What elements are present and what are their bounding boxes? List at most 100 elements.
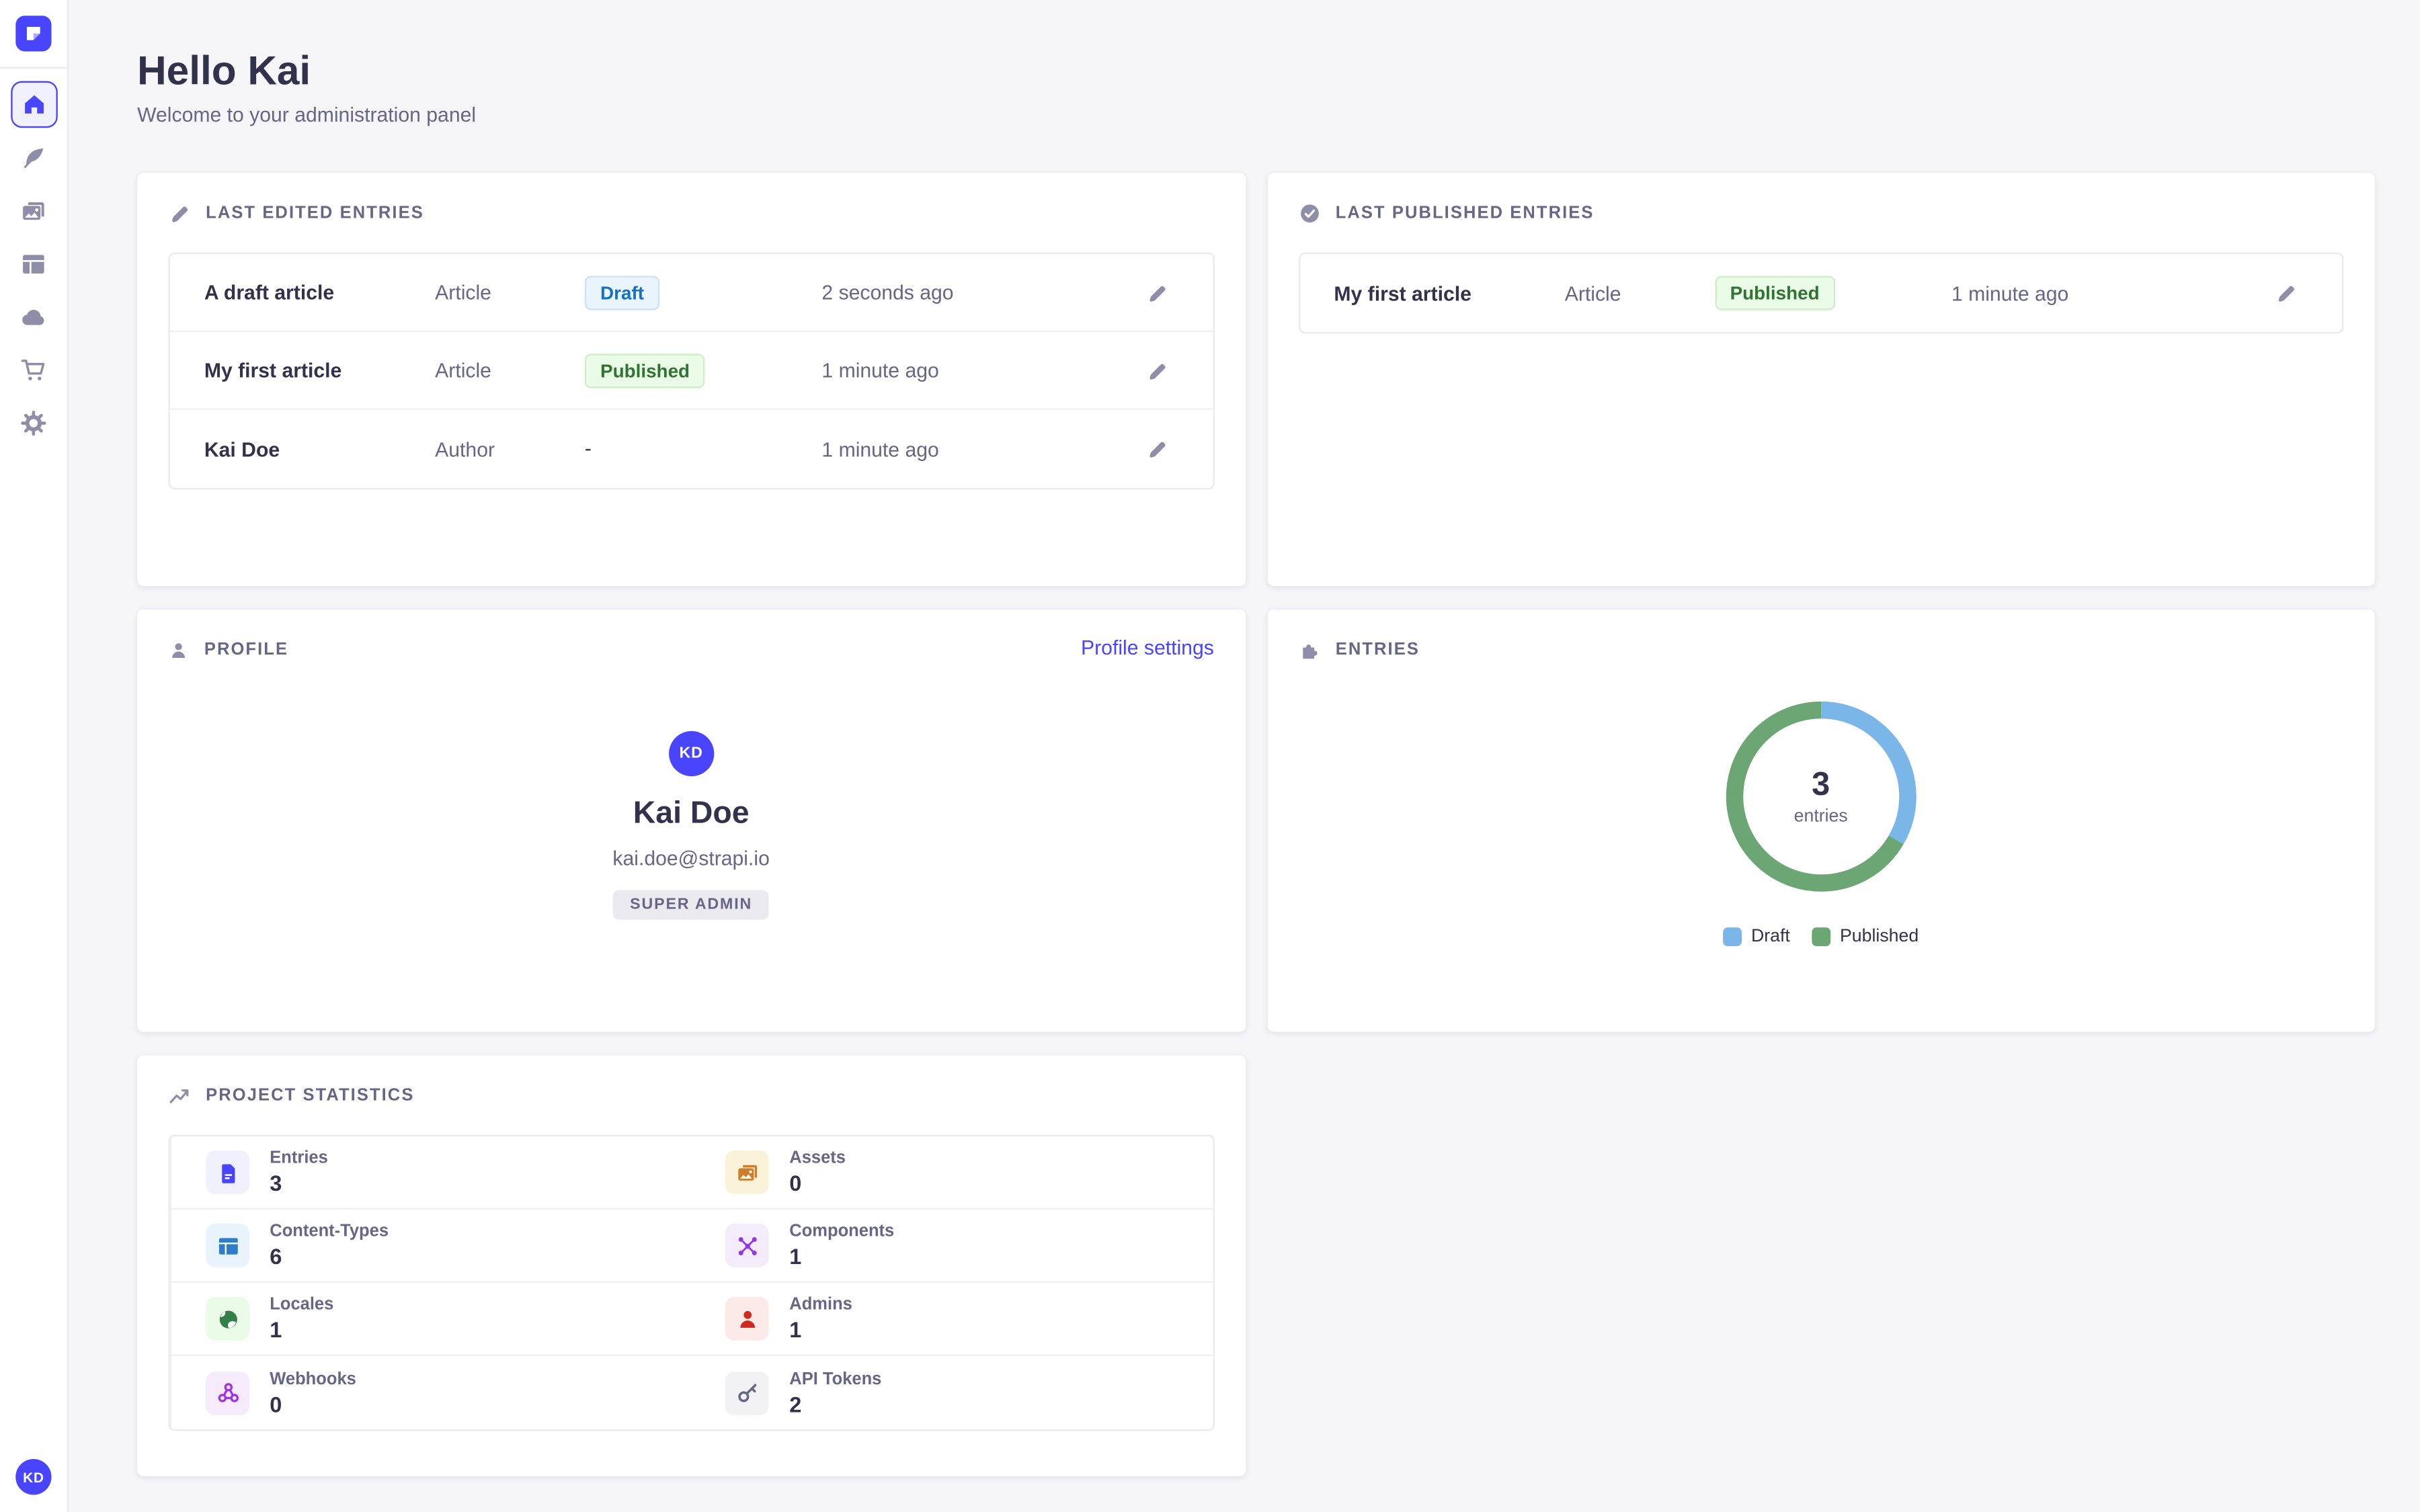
key-icon bbox=[725, 1371, 769, 1415]
pencil-icon bbox=[1145, 438, 1167, 460]
chart-legend: Draft Published bbox=[1298, 927, 2343, 946]
layout-icon bbox=[20, 250, 46, 276]
role-badge: SUPER ADMIN bbox=[613, 890, 770, 919]
entry-name: My first article bbox=[204, 359, 435, 382]
sidebar-item-content-manager[interactable] bbox=[10, 134, 57, 181]
page-subtitle: Welcome to your administration panel bbox=[137, 103, 2375, 126]
entries-chart-card: ENTRIES 3 entries bbox=[1267, 610, 2375, 1032]
stat-label: Components bbox=[789, 1222, 894, 1241]
stat-item: Entries 3 bbox=[170, 1136, 691, 1210]
card-header: PROJECT STATISTICS bbox=[169, 1083, 1214, 1108]
gear-icon bbox=[20, 409, 46, 435]
stat-value: 0 bbox=[789, 1171, 846, 1195]
person-icon bbox=[725, 1297, 769, 1341]
card-title: LAST PUBLISHED ENTRIES bbox=[1336, 204, 1595, 223]
sidebar-item-home[interactable] bbox=[10, 81, 57, 128]
cloud-icon bbox=[20, 303, 46, 329]
stat-item: Content-Types 6 bbox=[170, 1210, 691, 1283]
stat-item: API Tokens 2 bbox=[691, 1356, 1212, 1429]
legend-swatch bbox=[1723, 927, 1742, 946]
stats-grid: Entries 3 Assets 0 bbox=[169, 1135, 1214, 1431]
sidebar-item-content-type-builder[interactable] bbox=[10, 240, 57, 287]
stat-value: 6 bbox=[270, 1244, 389, 1269]
strapi-logo[interactable] bbox=[0, 0, 68, 69]
pencil-icon bbox=[1145, 282, 1167, 303]
document-icon bbox=[206, 1150, 249, 1194]
edit-entry-button[interactable] bbox=[1100, 438, 1212, 460]
card-header: ENTRIES bbox=[1298, 638, 2343, 663]
stat-value: 1 bbox=[789, 1317, 852, 1342]
entry-type: Article bbox=[435, 359, 585, 382]
main-content: Hello Kai Welcome to your administration… bbox=[69, 0, 2420, 1512]
profile-settings-link[interactable]: Profile settings bbox=[1081, 636, 1214, 659]
stat-item: Webhooks 0 bbox=[170, 1356, 691, 1429]
stat-value: 0 bbox=[270, 1391, 356, 1416]
card-title: LAST EDITED ENTRIES bbox=[206, 204, 424, 223]
strapi-logo-icon bbox=[15, 15, 51, 51]
table-row[interactable]: Kai Doe Author - 1 minute ago bbox=[170, 410, 1213, 488]
images-icon bbox=[20, 197, 46, 223]
pencil-icon bbox=[169, 203, 190, 224]
sidebar-item-media-library[interactable] bbox=[10, 187, 57, 234]
edit-entry-button[interactable] bbox=[2230, 282, 2342, 304]
profile-name: Kai Doe bbox=[169, 796, 1214, 832]
cart-icon bbox=[20, 356, 46, 382]
entry-time: 2 seconds ago bbox=[821, 281, 1100, 304]
dashboard-grid: LAST EDITED ENTRIES A draft article Arti… bbox=[137, 173, 2375, 1476]
card-title: PROFILE bbox=[204, 640, 288, 659]
table-row[interactable]: My first article Article Published 1 min… bbox=[1299, 254, 2342, 332]
table-row[interactable]: My first article Article Published 1 min… bbox=[170, 332, 1213, 410]
entry-type: Author bbox=[435, 437, 585, 461]
legend-item: Published bbox=[1812, 927, 1919, 946]
last-edited-entries-card: LAST EDITED ENTRIES A draft article Arti… bbox=[137, 173, 1245, 586]
layout-icon bbox=[206, 1224, 249, 1267]
edit-entry-button[interactable] bbox=[1100, 360, 1212, 381]
stat-label: Content-Types bbox=[270, 1222, 389, 1241]
entry-name: A draft article bbox=[204, 281, 435, 304]
status-badge: - bbox=[585, 436, 592, 460]
nodes-icon bbox=[725, 1224, 769, 1267]
person-icon bbox=[169, 640, 189, 660]
last-published-table: My first article Article Published 1 min… bbox=[1298, 253, 2343, 334]
stat-label: Admins bbox=[789, 1296, 852, 1314]
table-row[interactable]: A draft article Article Draft 2 seconds … bbox=[170, 254, 1213, 332]
stat-value: 3 bbox=[270, 1171, 328, 1195]
entry-name: Kai Doe bbox=[204, 437, 435, 461]
sidebar-item-cloud[interactable] bbox=[10, 293, 57, 340]
stat-item: Components 1 bbox=[691, 1210, 1212, 1283]
edit-entry-button[interactable] bbox=[1100, 282, 1212, 303]
entry-time: 1 minute ago bbox=[1951, 282, 2230, 305]
entry-name: My first article bbox=[1334, 282, 1564, 305]
card-header: LAST EDITED ENTRIES bbox=[169, 201, 1214, 226]
legend-swatch bbox=[1812, 927, 1830, 946]
stat-label: Locales bbox=[270, 1296, 333, 1314]
card-title: PROJECT STATISTICS bbox=[206, 1087, 414, 1105]
profile-email: kai.doe@strapi.io bbox=[169, 847, 1214, 870]
donut-center: 3 entries bbox=[1723, 698, 1919, 894]
stat-item: Admins 1 bbox=[691, 1283, 1212, 1356]
legend-label: Published bbox=[1840, 927, 1919, 946]
stat-value: 1 bbox=[789, 1244, 894, 1269]
picture-icon bbox=[725, 1150, 769, 1194]
entry-time: 1 minute ago bbox=[821, 437, 1100, 461]
card-header: PROFILE Profile settings bbox=[169, 638, 1214, 663]
stat-label: Assets bbox=[789, 1149, 846, 1168]
feather-icon bbox=[20, 144, 46, 171]
legend-item: Draft bbox=[1723, 927, 1790, 946]
globe-icon bbox=[206, 1297, 249, 1341]
card-header: LAST PUBLISHED ENTRIES bbox=[1298, 201, 2343, 226]
legend-label: Draft bbox=[1751, 927, 1790, 946]
donut-total-value: 3 bbox=[1812, 767, 1830, 804]
strapi-dashboard: KD Hello Kai Welcome to your administrat… bbox=[0, 0, 2420, 1512]
project-statistics-card: PROJECT STATISTICS Entries 3 bbox=[137, 1055, 1245, 1476]
sidebar-user-avatar[interactable]: KD bbox=[15, 1459, 51, 1495]
sidebar-item-marketplace[interactable] bbox=[10, 346, 57, 393]
sidebar-item-settings[interactable] bbox=[10, 399, 57, 446]
puzzle-icon bbox=[1298, 639, 1320, 661]
stat-value: 2 bbox=[789, 1391, 881, 1416]
status-badge: Published bbox=[1714, 276, 1834, 310]
status-badge: Published bbox=[585, 353, 705, 387]
pencil-icon bbox=[1145, 360, 1167, 381]
entry-time: 1 minute ago bbox=[821, 359, 1100, 382]
last-published-entries-card: LAST PUBLISHED ENTRIES My first article … bbox=[1267, 173, 2375, 586]
